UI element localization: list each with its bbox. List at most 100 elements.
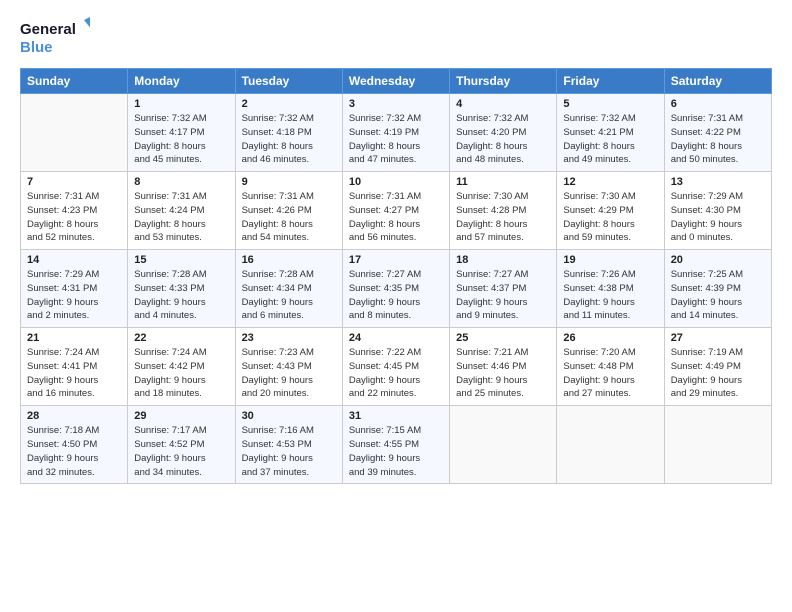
day-info: Sunrise: 7:29 AMSunset: 4:30 PMDaylight:…: [671, 190, 765, 245]
calendar-cell: 21 Sunrise: 7:24 AMSunset: 4:41 PMDayligh…: [21, 328, 128, 406]
calendar-cell: [557, 406, 664, 484]
day-number: 27: [671, 332, 765, 344]
calendar-cell: 25Sunrise: 7:21 AMSunset: 4:46 PMDayligh…: [450, 328, 557, 406]
calendar-cell: 10Sunrise: 7:31 AMSunset: 4:27 PMDayligh…: [342, 172, 449, 250]
calendar-cell: 27 Sunrise: 7:19 AMSunset: 4:49 PMDayligh…: [664, 328, 771, 406]
day-number: 23: [242, 332, 336, 344]
header-thursday: Thursday: [450, 69, 557, 94]
day-number: 31: [349, 410, 443, 422]
day-info: Sunrise: 7:24 AMSunset: 4:41 PMDaylight:…: [27, 346, 121, 401]
calendar-table: SundayMondayTuesdayWednesdayThursdayFrid…: [20, 68, 772, 484]
calendar-cell: 1 Sunrise: 7:32 AMSunset: 4:17 PMDaylight…: [128, 94, 235, 172]
day-number: 19: [563, 254, 657, 266]
calendar-week-row: 1 Sunrise: 7:32 AMSunset: 4:17 PMDaylight…: [21, 94, 772, 172]
calendar-cell: 18 Sunrise: 7:27 AMSunset: 4:37 PMDayligh…: [450, 250, 557, 328]
calendar-week-row: 7Sunrise: 7:31 AMSunset: 4:23 PMDaylight…: [21, 172, 772, 250]
calendar-cell: 29 Sunrise: 7:17 AMSunset: 4:52 PMDayligh…: [128, 406, 235, 484]
day-info: Sunrise: 7:20 AMSunset: 4:48 PMDaylight:…: [563, 346, 657, 401]
calendar-cell: 9Sunrise: 7:31 AMSunset: 4:26 PMDaylight…: [235, 172, 342, 250]
calendar-cell: [21, 94, 128, 172]
day-info: Sunrise: 7:27 AMSunset: 4:37 PMDaylight:…: [456, 268, 550, 323]
day-number: 24: [349, 332, 443, 344]
day-number: 4: [456, 98, 550, 110]
day-info: Sunrise: 7:26 AMSunset: 4:38 PMDaylight:…: [563, 268, 657, 323]
day-info: Sunrise: 7:17 AMSunset: 4:52 PMDaylight:…: [134, 424, 228, 479]
day-info: Sunrise: 7:32 AMSunset: 4:19 PMDaylight:…: [349, 112, 443, 167]
day-info: Sunrise: 7:16 AMSunset: 4:53 PMDaylight:…: [242, 424, 336, 479]
day-number: 22: [134, 332, 228, 344]
calendar-cell: 7Sunrise: 7:31 AMSunset: 4:23 PMDaylight…: [21, 172, 128, 250]
calendar-cell: 17 Sunrise: 7:27 AMSunset: 4:35 PMDayligh…: [342, 250, 449, 328]
day-info: Sunrise: 7:23 AMSunset: 4:43 PMDaylight:…: [242, 346, 336, 401]
day-info: Sunrise: 7:24 AMSunset: 4:42 PMDaylight:…: [134, 346, 228, 401]
calendar-cell: [664, 406, 771, 484]
day-info: Sunrise: 7:22 AMSunset: 4:45 PMDaylight:…: [349, 346, 443, 401]
calendar-cell: 28 Sunrise: 7:18 AMSunset: 4:50 PMDayligh…: [21, 406, 128, 484]
day-info: Sunrise: 7:30 AMSunset: 4:29 PMDaylight:…: [563, 190, 657, 245]
day-info: Sunrise: 7:31 AMSunset: 4:27 PMDaylight:…: [349, 190, 443, 245]
calendar-header-row: SundayMondayTuesdayWednesdayThursdayFrid…: [21, 69, 772, 94]
calendar-cell: 16Sunrise: 7:28 AMSunset: 4:34 PMDayligh…: [235, 250, 342, 328]
day-number: 14: [27, 254, 121, 266]
calendar-cell: 12Sunrise: 7:30 AMSunset: 4:29 PMDayligh…: [557, 172, 664, 250]
calendar-cell: 26 Sunrise: 7:20 AMSunset: 4:48 PMDayligh…: [557, 328, 664, 406]
calendar-cell: 20 Sunrise: 7:25 AMSunset: 4:39 PMDayligh…: [664, 250, 771, 328]
calendar-cell: 13 Sunrise: 7:29 AMSunset: 4:30 PMDayligh…: [664, 172, 771, 250]
header-monday: Monday: [128, 69, 235, 94]
calendar-cell: 11 Sunrise: 7:30 AMSunset: 4:28 PMDayligh…: [450, 172, 557, 250]
day-info: Sunrise: 7:31 AMSunset: 4:22 PMDaylight:…: [671, 112, 765, 167]
day-info: Sunrise: 7:29 AMSunset: 4:31 PMDaylight:…: [27, 268, 121, 323]
day-number: 16: [242, 254, 336, 266]
calendar-cell: 22 Sunrise: 7:24 AMSunset: 4:42 PMDayligh…: [128, 328, 235, 406]
day-number: 3: [349, 98, 443, 110]
header-saturday: Saturday: [664, 69, 771, 94]
day-number: 9: [242, 176, 336, 188]
day-number: 6: [671, 98, 765, 110]
day-info: Sunrise: 7:15 AMSunset: 4:55 PMDaylight:…: [349, 424, 443, 479]
svg-text:General: General: [20, 21, 76, 38]
day-number: 17: [349, 254, 443, 266]
logo-svg: General Blue: [20, 16, 90, 58]
calendar-week-row: 21 Sunrise: 7:24 AMSunset: 4:41 PMDayligh…: [21, 328, 772, 406]
day-number: 2: [242, 98, 336, 110]
day-info: Sunrise: 7:18 AMSunset: 4:50 PMDaylight:…: [27, 424, 121, 479]
day-info: Sunrise: 7:19 AMSunset: 4:49 PMDaylight:…: [671, 346, 765, 401]
header-sunday: Sunday: [21, 69, 128, 94]
day-number: 11: [456, 176, 550, 188]
calendar-cell: 30 Sunrise: 7:16 AMSunset: 4:53 PMDayligh…: [235, 406, 342, 484]
calendar-week-row: 28 Sunrise: 7:18 AMSunset: 4:50 PMDayligh…: [21, 406, 772, 484]
day-number: 21: [27, 332, 121, 344]
calendar-cell: 4 Sunrise: 7:32 AMSunset: 4:20 PMDaylight…: [450, 94, 557, 172]
day-number: 30: [242, 410, 336, 422]
calendar-cell: 2 Sunrise: 7:32 AMSunset: 4:18 PMDaylight…: [235, 94, 342, 172]
day-number: 13: [671, 176, 765, 188]
day-number: 28: [27, 410, 121, 422]
calendar-cell: 6 Sunrise: 7:31 AMSunset: 4:22 PMDaylight…: [664, 94, 771, 172]
day-info: Sunrise: 7:32 AMSunset: 4:18 PMDaylight:…: [242, 112, 336, 167]
calendar-cell: 23 Sunrise: 7:23 AMSunset: 4:43 PMDayligh…: [235, 328, 342, 406]
day-info: Sunrise: 7:30 AMSunset: 4:28 PMDaylight:…: [456, 190, 550, 245]
day-info: Sunrise: 7:31 AMSunset: 4:24 PMDaylight:…: [134, 190, 228, 245]
day-info: Sunrise: 7:25 AMSunset: 4:39 PMDaylight:…: [671, 268, 765, 323]
day-number: 18: [456, 254, 550, 266]
day-info: Sunrise: 7:32 AMSunset: 4:17 PMDaylight:…: [134, 112, 228, 167]
day-number: 20: [671, 254, 765, 266]
day-info: Sunrise: 7:28 AMSunset: 4:33 PMDaylight:…: [134, 268, 228, 323]
day-info: Sunrise: 7:32 AMSunset: 4:20 PMDaylight:…: [456, 112, 550, 167]
day-info: Sunrise: 7:32 AMSunset: 4:21 PMDaylight:…: [563, 112, 657, 167]
logo: General Blue: [20, 16, 90, 58]
calendar-cell: 31 Sunrise: 7:15 AMSunset: 4:55 PMDayligh…: [342, 406, 449, 484]
header-friday: Friday: [557, 69, 664, 94]
page-header: General Blue: [20, 16, 772, 58]
calendar-week-row: 14 Sunrise: 7:29 AMSunset: 4:31 PMDayligh…: [21, 250, 772, 328]
day-number: 29: [134, 410, 228, 422]
day-info: Sunrise: 7:21 AMSunset: 4:46 PMDaylight:…: [456, 346, 550, 401]
header-wednesday: Wednesday: [342, 69, 449, 94]
calendar-cell: 15Sunrise: 7:28 AMSunset: 4:33 PMDayligh…: [128, 250, 235, 328]
calendar-cell: 8 Sunrise: 7:31 AMSunset: 4:24 PMDaylight…: [128, 172, 235, 250]
day-info: Sunrise: 7:27 AMSunset: 4:35 PMDaylight:…: [349, 268, 443, 323]
day-number: 8: [134, 176, 228, 188]
day-number: 1: [134, 98, 228, 110]
calendar-cell: 24 Sunrise: 7:22 AMSunset: 4:45 PMDayligh…: [342, 328, 449, 406]
day-number: 26: [563, 332, 657, 344]
